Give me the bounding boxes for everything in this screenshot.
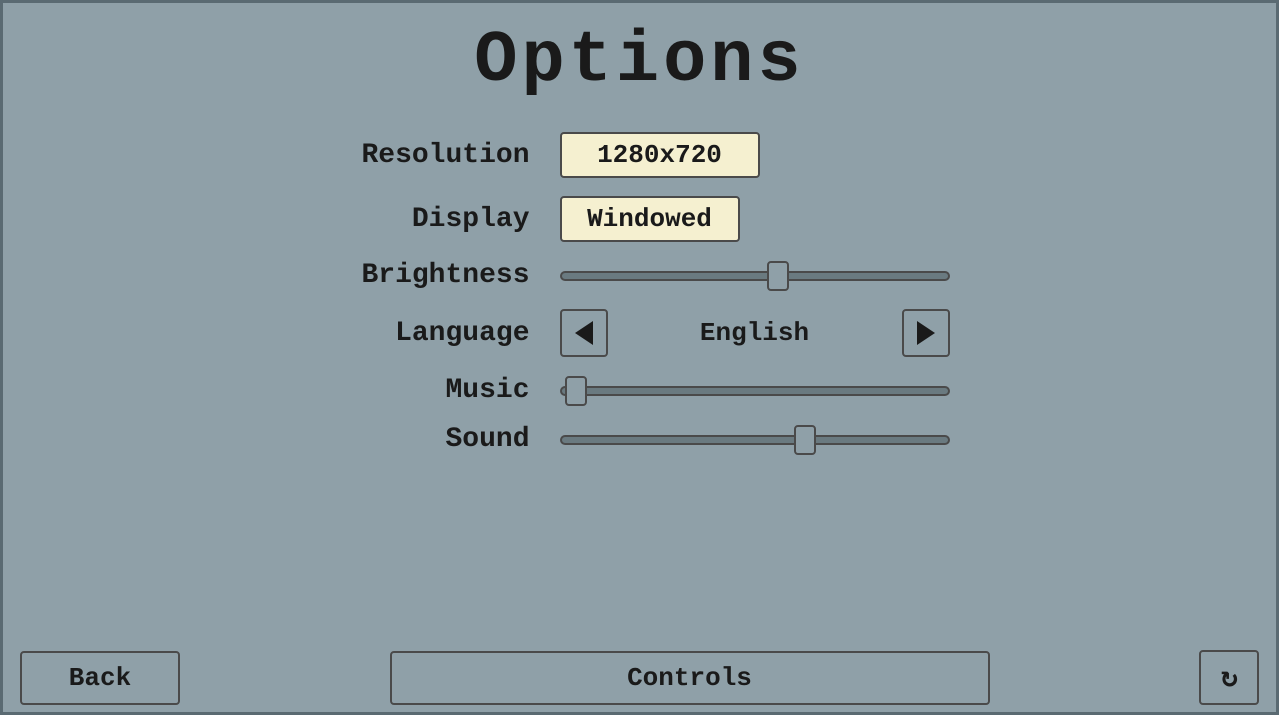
reset-button[interactable]: ↺ xyxy=(1199,650,1259,705)
arrow-left-icon xyxy=(575,321,593,345)
language-next-button[interactable] xyxy=(902,309,950,357)
page-title: Options xyxy=(0,0,1279,102)
brightness-row: Brightness xyxy=(330,260,950,291)
arrow-right-icon xyxy=(917,321,935,345)
language-row: Language English xyxy=(330,309,950,357)
sound-slider-track[interactable] xyxy=(560,435,950,445)
brightness-slider-thumb[interactable] xyxy=(767,261,789,291)
display-label: Display xyxy=(330,204,530,235)
language-value: English xyxy=(618,318,892,348)
display-row: Display Windowed xyxy=(330,196,950,242)
controls-button[interactable]: Controls xyxy=(390,651,990,705)
sound-label: Sound xyxy=(330,424,530,455)
sound-row: Sound xyxy=(330,424,950,455)
bottom-bar: Back Controls ↺ xyxy=(0,650,1279,705)
resolution-label: Resolution xyxy=(330,140,530,171)
sound-slider-thumb[interactable] xyxy=(794,425,816,455)
music-slider-track[interactable] xyxy=(560,386,950,396)
resolution-row: Resolution 1280x720 xyxy=(330,132,950,178)
language-prev-button[interactable] xyxy=(560,309,608,357)
music-slider-thumb[interactable] xyxy=(565,376,587,406)
reset-icon: ↺ xyxy=(1221,660,1238,695)
resolution-dropdown[interactable]: 1280x720 xyxy=(560,132,760,178)
music-label: Music xyxy=(330,375,530,406)
language-label: Language xyxy=(330,318,530,349)
brightness-slider-track[interactable] xyxy=(560,271,950,281)
display-dropdown[interactable]: Windowed xyxy=(560,196,740,242)
music-row: Music xyxy=(330,375,950,406)
brightness-label: Brightness xyxy=(330,260,530,291)
back-button[interactable]: Back xyxy=(20,651,180,705)
